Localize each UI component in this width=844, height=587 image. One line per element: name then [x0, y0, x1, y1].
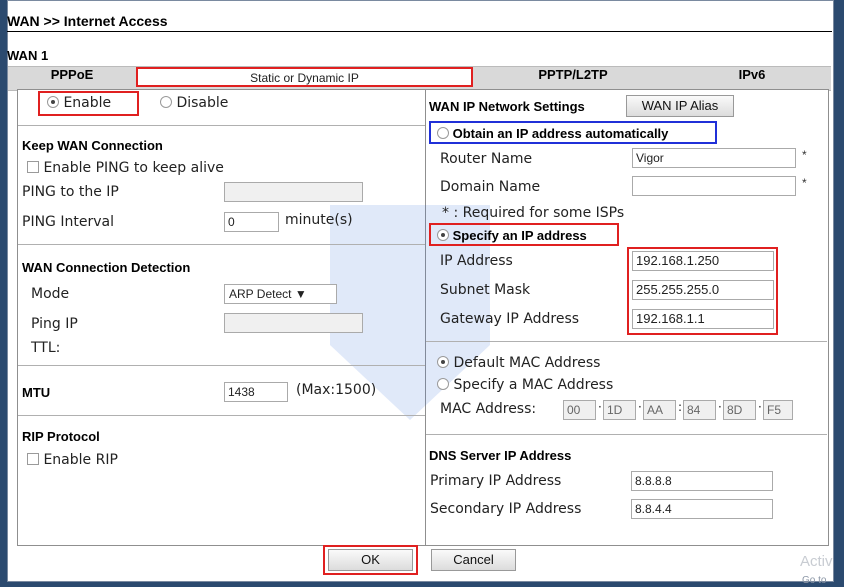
mac-octet-5[interactable]: 8D: [723, 400, 756, 420]
divider: [426, 341, 827, 342]
mac-sep: ·: [758, 400, 762, 414]
disable-radio[interactable]: Disable: [160, 95, 228, 111]
mode-label: Mode: [31, 286, 70, 302]
rip-title: RIP Protocol: [22, 429, 100, 444]
gateway-label: Gateway IP Address: [440, 311, 580, 327]
tab-pptp-l2tp[interactable]: PPTP/L2TP: [473, 67, 673, 90]
mac-octet-2[interactable]: 1D: [603, 400, 636, 420]
specify-ip-radio[interactable]: Specify an IP address: [437, 228, 587, 243]
mac-sep: ·: [638, 400, 642, 414]
checkbox-icon: [27, 161, 39, 173]
primary-dns-input[interactable]: 8.8.8.8: [631, 471, 773, 491]
mac-octet-1[interactable]: 00: [563, 400, 596, 420]
router-name-input[interactable]: Vigor: [632, 148, 796, 168]
domain-name-input[interactable]: [632, 176, 796, 196]
enable-label: Enable: [63, 95, 112, 111]
ok-button[interactable]: OK: [328, 549, 413, 571]
secondary-dns-input[interactable]: 8.8.4.4: [631, 499, 773, 519]
divider: [18, 125, 425, 126]
mtu-input[interactable]: 1438: [224, 382, 288, 402]
tab-bar: PPPoE Static or Dynamic IP PPTP/L2TP IPv…: [8, 66, 831, 91]
mac-sep: :: [678, 400, 683, 414]
wan-ip-title: WAN IP Network Settings: [429, 99, 585, 114]
tab-ipv6[interactable]: IPv6: [673, 67, 831, 90]
ping-interval-unit: minute(s): [285, 212, 353, 228]
radio-selected-icon: [437, 229, 449, 241]
obtain-auto-label: Obtain an IP address automatically: [452, 126, 669, 141]
mac-octet-3[interactable]: AA: [643, 400, 676, 420]
primary-dns-label: Primary IP Address: [430, 473, 562, 489]
ip-address-label: IP Address: [440, 253, 513, 269]
specify-mac-label: Specify a MAC Address: [453, 377, 614, 393]
wan-ip-alias-button[interactable]: WAN IP Alias: [626, 95, 734, 117]
specify-mac-radio[interactable]: Specify a MAC Address: [437, 377, 613, 393]
ping-to-ip-input[interactable]: [224, 182, 363, 202]
default-mac-label: Default MAC Address: [453, 355, 601, 371]
dropdown-arrow-icon: ▼: [294, 287, 307, 301]
default-mac-radio[interactable]: Default MAC Address: [437, 355, 600, 371]
subnet-mask-label: Subnet Mask: [440, 282, 531, 298]
mtu-label: MTU: [22, 385, 51, 400]
gateway-input[interactable]: 192.168.1.1: [632, 309, 774, 329]
radio-icon: [437, 378, 449, 390]
disable-label: Disable: [176, 95, 229, 111]
ping-ip-input[interactable]: [224, 313, 363, 333]
checkbox-icon: [27, 453, 39, 465]
divider: [18, 415, 425, 416]
goto-overlay-text: Go to: [802, 575, 827, 586]
radio-icon: [437, 127, 449, 139]
radio-selected-icon: [47, 96, 59, 108]
divider: [18, 365, 425, 366]
required-note: * : Required for some ISPs: [442, 205, 625, 221]
ping-ip-label: Ping IP: [31, 316, 78, 332]
activate-overlay-text: Activ: [800, 553, 833, 570]
ping-to-ip-label: PING to the IP: [22, 184, 119, 200]
mac-sep: ·: [598, 400, 602, 414]
obtain-auto-radio[interactable]: Obtain an IP address automatically: [437, 126, 668, 141]
ping-keep-alive-checkbox[interactable]: Enable PING to keep alive: [27, 160, 224, 176]
enable-rip-label: Enable RIP: [43, 452, 118, 468]
dns-title: DNS Server IP Address: [429, 448, 572, 463]
divider: [18, 244, 425, 245]
tab-pppoe[interactable]: PPPoE: [8, 67, 136, 90]
mac-octet-4[interactable]: 84: [683, 400, 716, 420]
mac-address-label: MAC Address:: [440, 401, 537, 417]
section-title: WAN 1: [7, 48, 49, 63]
divider: [7, 31, 832, 32]
mtu-max: (Max:1500): [296, 382, 377, 398]
ping-keep-alive-label: Enable PING to keep alive: [43, 160, 224, 176]
cancel-button[interactable]: Cancel: [431, 549, 516, 571]
domain-name-label: Domain Name: [440, 179, 541, 195]
enable-rip-checkbox[interactable]: Enable RIP: [27, 452, 118, 468]
mode-select[interactable]: ARP Detect ▼: [224, 284, 337, 304]
ping-interval-input[interactable]: 0: [224, 212, 279, 232]
secondary-dns-label: Secondary IP Address: [430, 501, 582, 517]
enable-radio[interactable]: Enable: [47, 95, 111, 111]
mac-sep: ·: [718, 400, 722, 414]
required-star: *: [802, 176, 807, 190]
divider: [426, 434, 827, 435]
breadcrumb: WAN >> Internet Access: [7, 13, 168, 29]
specify-ip-label: Specify an IP address: [452, 228, 587, 243]
detection-title: WAN Connection Detection: [22, 260, 191, 275]
required-star: *: [802, 148, 807, 162]
router-name-label: Router Name: [440, 151, 533, 167]
radio-selected-icon: [437, 356, 449, 368]
mac-octet-6[interactable]: F5: [763, 400, 793, 420]
mode-value: ARP Detect: [229, 287, 292, 301]
subnet-mask-input[interactable]: 255.255.255.0: [632, 280, 774, 300]
ttl-label: TTL:: [31, 340, 61, 356]
tab-static-dynamic-ip[interactable]: Static or Dynamic IP: [136, 67, 473, 87]
radio-icon: [160, 96, 172, 108]
ip-address-input[interactable]: 192.168.1.250: [632, 251, 774, 271]
ping-interval-label: PING Interval: [22, 214, 114, 230]
keep-wan-title: Keep WAN Connection: [22, 138, 163, 153]
